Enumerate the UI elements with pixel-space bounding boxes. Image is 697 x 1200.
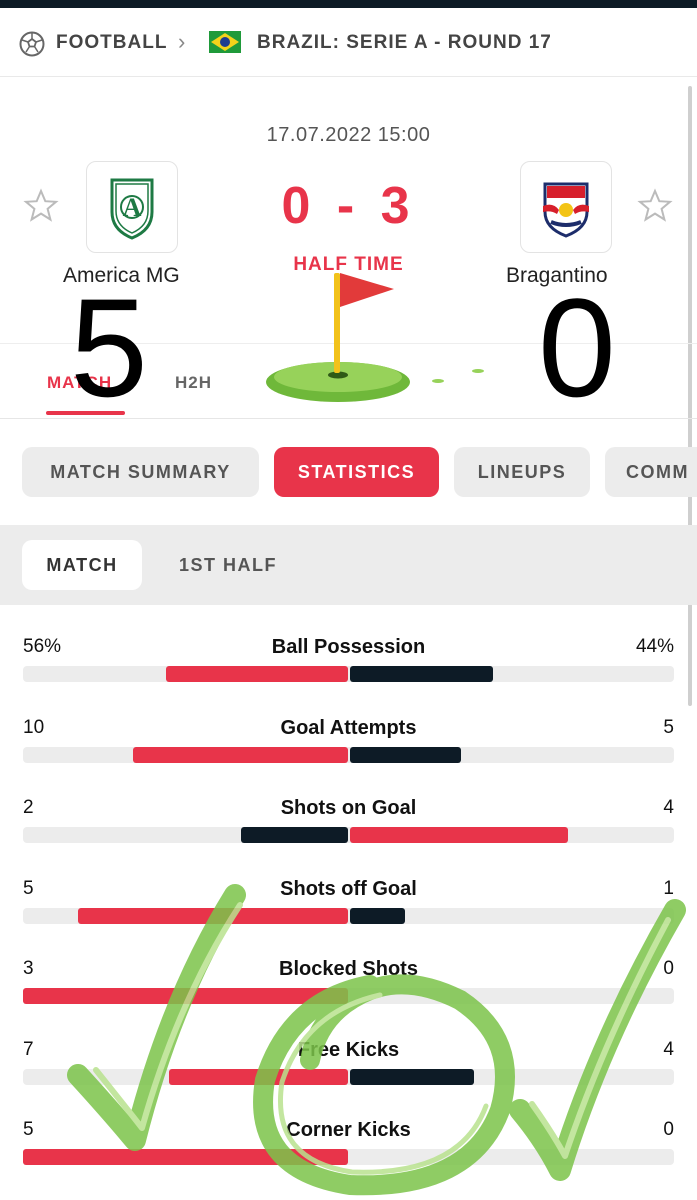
- stat-away-value: 44%: [635, 636, 674, 657]
- stat-row: 5 Corner Kicks 0: [0, 1119, 697, 1199]
- stat-label: Shots on Goal: [280, 797, 417, 819]
- chevron-right-icon: ›: [178, 29, 186, 54]
- grass-blades-icon: [432, 369, 484, 383]
- stat-away-value: 0: [663, 1119, 674, 1140]
- football-icon: [19, 31, 45, 57]
- tab-commentary[interactable]: COMM: [605, 447, 697, 497]
- period-1st-half[interactable]: 1ST HALF: [158, 540, 298, 590]
- stat-label: Free Kicks: [297, 1038, 400, 1061]
- match-datetime: 17.07.2022 15:00: [266, 124, 431, 146]
- breadcrumb-sport[interactable]: FOOTBALL: [56, 32, 167, 54]
- subtab-h2h[interactable]: H2H: [175, 373, 212, 393]
- stat-bar-track: [23, 827, 674, 843]
- stat-row: 5 Shots off Goal 1: [0, 878, 697, 958]
- stat-away-bar: [350, 1068, 474, 1085]
- stat-away-value: 0: [663, 958, 674, 979]
- stat-bar-track: [23, 746, 674, 763]
- tab-match-summary[interactable]: MATCH SUMMARY: [22, 447, 259, 497]
- stat-home-bar: [166, 666, 348, 682]
- period-match[interactable]: MATCH: [22, 540, 142, 590]
- stat-away-bar: [350, 827, 568, 843]
- overlay-home-number: 5: [70, 269, 148, 426]
- golf-flag-icon: [266, 273, 410, 402]
- stat-row: 56% Ball Possession 44%: [0, 636, 697, 716]
- match-score: 0 - 3: [281, 177, 416, 235]
- stat-label: Ball Possession: [271, 636, 426, 658]
- stat-home-bar: [78, 907, 348, 924]
- status-bar: [0, 0, 697, 8]
- stat-away-value: 5: [663, 716, 674, 738]
- stat-away-value: 1: [663, 877, 674, 899]
- tab-statistics[interactable]: STATISTICS: [274, 447, 439, 497]
- stat-away-bar: [350, 907, 405, 924]
- stat-home-bar: [23, 1149, 348, 1165]
- stat-label: Blocked Shots: [279, 958, 418, 980]
- stat-home-bar: [23, 988, 348, 1004]
- stat-row: 2 Shots on Goal 4: [0, 797, 697, 877]
- stat-away-value: 4: [663, 1038, 674, 1060]
- breadcrumb: FOOTBALL › BRAZIL: SERIE A - ROUND 17: [0, 8, 697, 77]
- stat-home-bar: [241, 827, 348, 843]
- stat-bar-track: [23, 1068, 674, 1085]
- stat-away-bar: [350, 746, 461, 763]
- brazil-flag-icon: [209, 31, 241, 53]
- stat-row: 10 Goal Attempts 5: [0, 717, 697, 797]
- stat-home-bar: [169, 1068, 348, 1085]
- stat-bar-track: [23, 666, 674, 682]
- stat-label: Goal Attempts: [280, 716, 417, 739]
- overlay-away-number: 0: [538, 269, 616, 426]
- stat-label: Corner Kicks: [286, 1119, 411, 1141]
- breadcrumb-competition[interactable]: BRAZIL: SERIE A - ROUND 17: [257, 32, 552, 54]
- tab-lineups[interactable]: LINEUPS: [454, 447, 590, 497]
- stat-away-bar: [350, 666, 493, 682]
- stat-home-bar: [133, 746, 348, 763]
- stat-row: 7 Free Kicks 4: [0, 1039, 697, 1119]
- stat-label: Shots off Goal: [280, 877, 417, 900]
- stat-row: 3 Blocked Shots 0: [0, 958, 697, 1038]
- stat-away-value: 4: [663, 797, 674, 818]
